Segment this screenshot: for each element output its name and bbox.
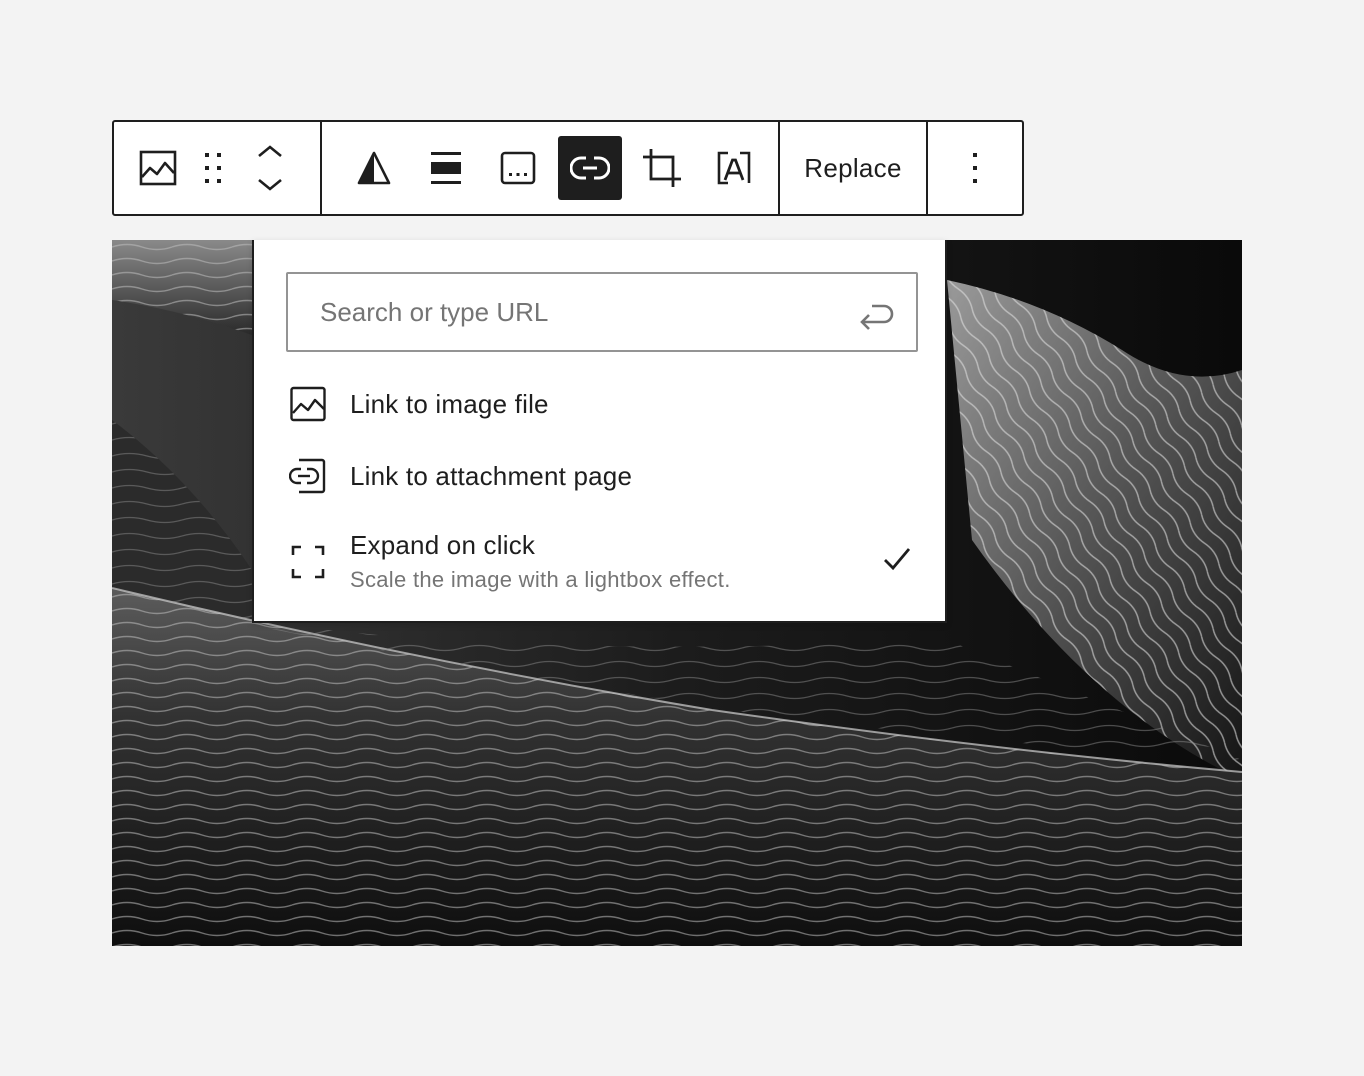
- image-icon: [290, 386, 326, 422]
- block-toolbar: Replace: [112, 120, 1024, 216]
- option-label: Link to attachment page: [350, 461, 633, 491]
- chevron-up-down-icon: [258, 145, 282, 191]
- drag-handle-icon: [205, 153, 221, 183]
- link-to-image-file-option[interactable]: Link to image file: [288, 384, 549, 424]
- url-search-field[interactable]: [286, 272, 918, 352]
- text-over-image-icon: [717, 151, 751, 185]
- enter-icon[interactable]: [858, 294, 894, 332]
- image-icon: [139, 150, 177, 186]
- link-icon: [570, 156, 610, 180]
- fullscreen-icon: [291, 545, 325, 579]
- align-wide-icon: [431, 152, 461, 184]
- option-text: Expand on click Scale the image with a l…: [350, 525, 731, 595]
- caption-button[interactable]: [486, 136, 550, 200]
- link-to-attachment-page-option[interactable]: Link to attachment page: [288, 456, 632, 496]
- link-button[interactable]: [558, 136, 622, 200]
- replace-button[interactable]: Replace: [804, 153, 902, 184]
- drag-handle-button[interactable]: [186, 136, 242, 200]
- text-over-image-button[interactable]: [702, 136, 766, 200]
- duotone-filter-icon: [357, 151, 391, 185]
- option-description: Scale the image with a lightbox effect.: [350, 567, 731, 592]
- expand-on-click-option[interactable]: Expand on click Scale the image with a l…: [288, 525, 918, 595]
- attachment-link-icon: [289, 458, 326, 494]
- move-up-down-button[interactable]: [242, 136, 298, 200]
- toolbar-group-tools: [322, 122, 780, 214]
- options-button[interactable]: [943, 136, 1007, 200]
- check-icon: [884, 548, 911, 571]
- crop-icon: [643, 149, 681, 187]
- more-vertical-icon: [973, 153, 977, 183]
- url-search-input[interactable]: [318, 295, 838, 329]
- option-label: Link to image file: [350, 389, 549, 419]
- caption-icon: [500, 151, 536, 185]
- duotone-button[interactable]: [342, 136, 406, 200]
- block-type-button[interactable]: [130, 136, 186, 200]
- toolbar-group-block: [114, 122, 322, 214]
- align-button[interactable]: [414, 136, 478, 200]
- crop-button[interactable]: [630, 136, 694, 200]
- toolbar-group-replace: Replace: [780, 122, 928, 214]
- option-label: Expand on click: [350, 530, 536, 560]
- toolbar-group-options: [928, 122, 1022, 214]
- link-popover: Link to image file Link to attachment pa…: [252, 240, 947, 623]
